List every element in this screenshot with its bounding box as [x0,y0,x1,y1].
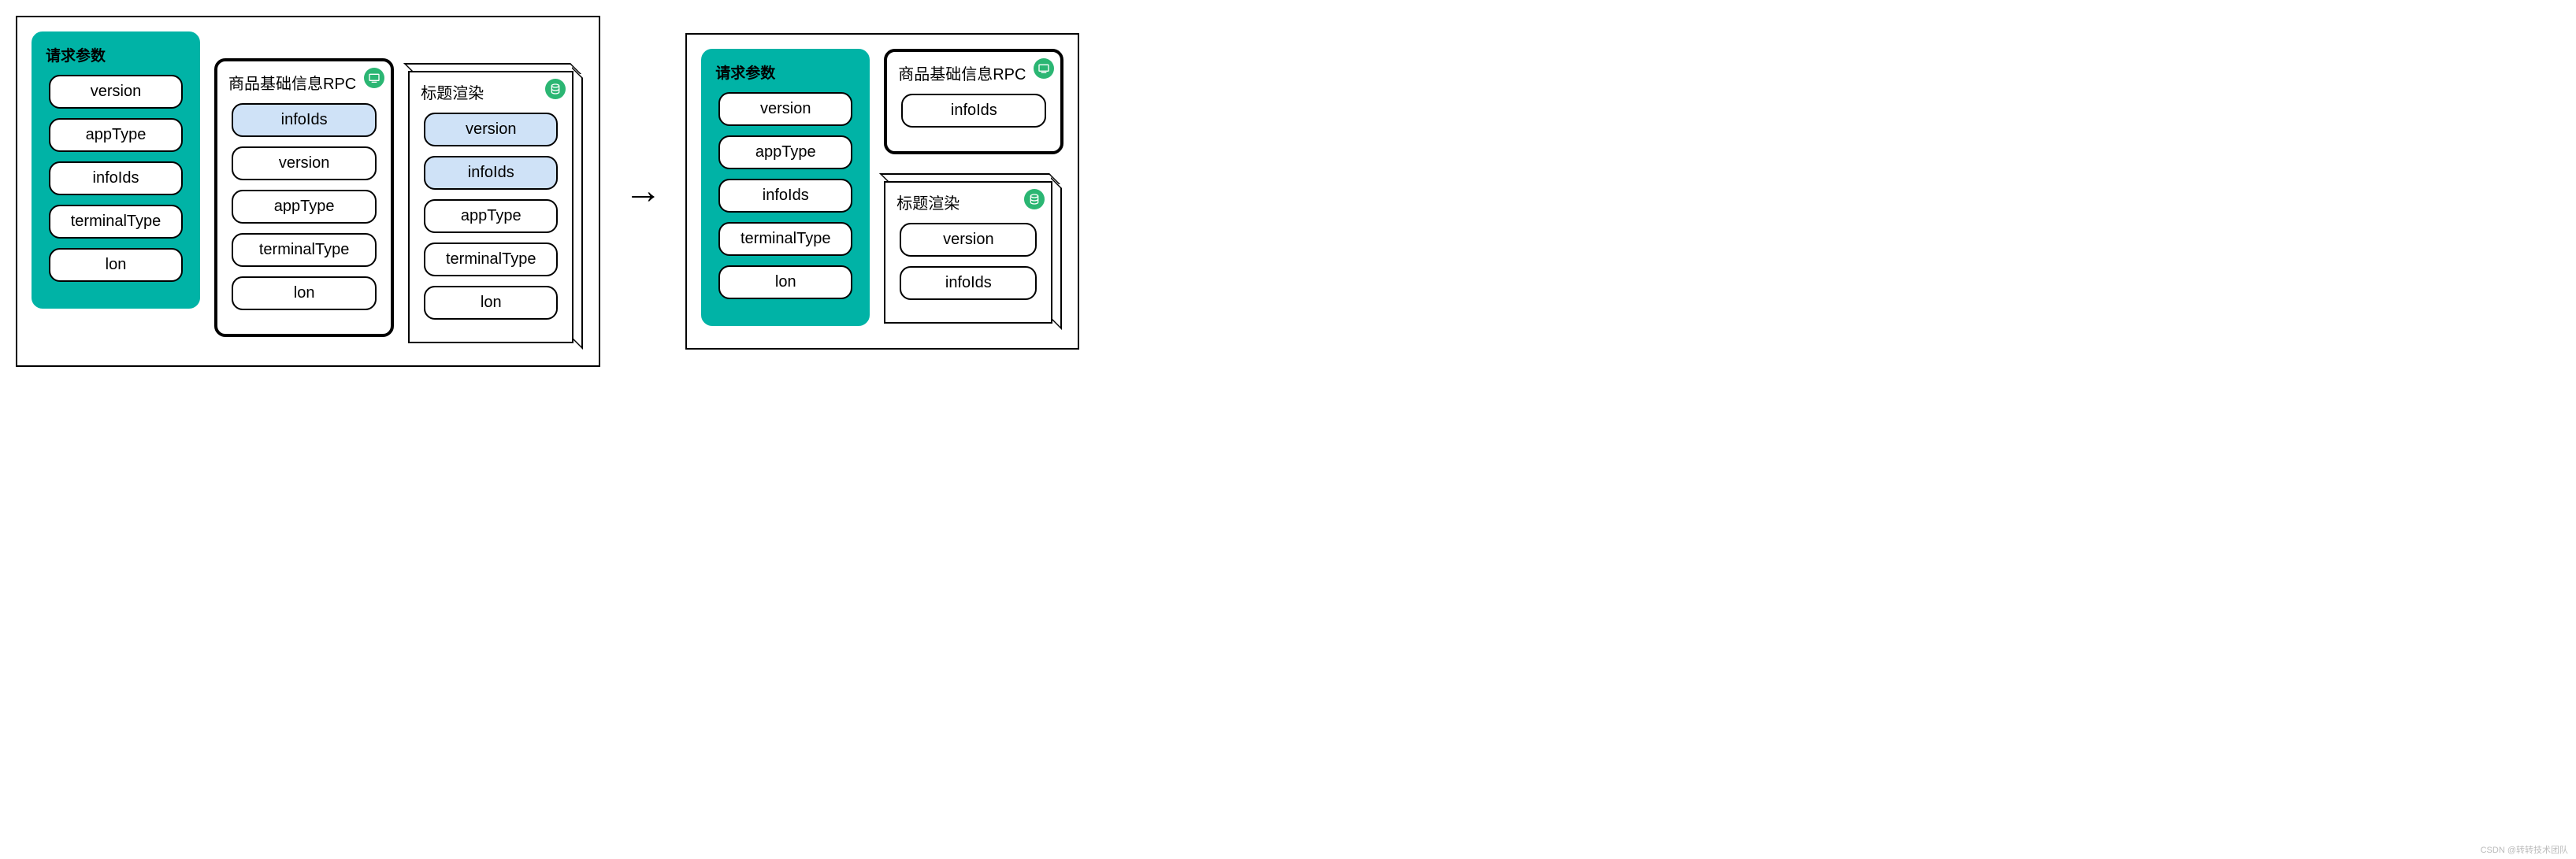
panel-title: 请求参数 [46,44,186,65]
transform-arrow: → [624,172,662,210]
network-icon [364,68,384,88]
diagram-after: 请求参数 version appType infoIds terminalTyp… [685,33,1079,350]
param-pill: infoIds [718,179,852,213]
param-pill: version [718,92,852,126]
param-pill: infoIds [49,161,183,195]
render-panel-left: 标题渲染 version infoIds appType terminalTyp… [408,71,573,343]
param-pill: lon [424,286,558,320]
param-pill: appType [49,118,183,152]
diagram-before: 请求参数 version appType infoIds terminalTyp… [16,16,600,367]
param-pill: appType [232,190,377,224]
param-pill: version [900,223,1037,257]
panel-title: 商品基础信息RPC [898,61,1049,84]
rpc-panel-right: 商品基础信息RPC infoIds [884,49,1063,154]
param-pill: infoIds [900,266,1037,300]
panel-title: 标题渲染 [421,80,561,103]
param-pill: appType [718,135,852,169]
panel-title: 商品基础信息RPC [228,71,380,94]
param-pill: lon [718,265,852,299]
param-pill: infoIds [901,94,1046,128]
param-pill: terminalType [232,233,377,267]
database-icon [1024,189,1045,209]
param-pill: lon [232,276,377,310]
panel-title: 标题渲染 [896,191,1040,213]
render-panel-right: 标题渲染 version infoIds [884,181,1052,324]
param-pill: terminalType [49,205,183,239]
watermark: CSDN @转转技术团队 [2481,843,2568,856]
param-pill: terminalType [718,222,852,256]
database-icon [545,79,566,99]
param-pill: version [232,146,377,180]
rpc-panel-left: 商品基础信息RPC infoIds version appType termin… [214,58,394,337]
param-pill: infoIds [424,156,558,190]
param-pill: version [49,75,183,109]
param-pill: lon [49,248,183,282]
request-params-panel-left: 请求参数 version appType infoIds terminalTyp… [32,31,200,309]
param-pill: version [424,113,558,146]
param-pill: terminalType [424,243,558,276]
param-pill: infoIds [232,103,377,137]
request-params-panel-right: 请求参数 version appType infoIds terminalTyp… [701,49,870,326]
param-pill: appType [424,199,558,233]
panel-title: 请求参数 [715,61,856,83]
network-icon [1034,58,1054,79]
